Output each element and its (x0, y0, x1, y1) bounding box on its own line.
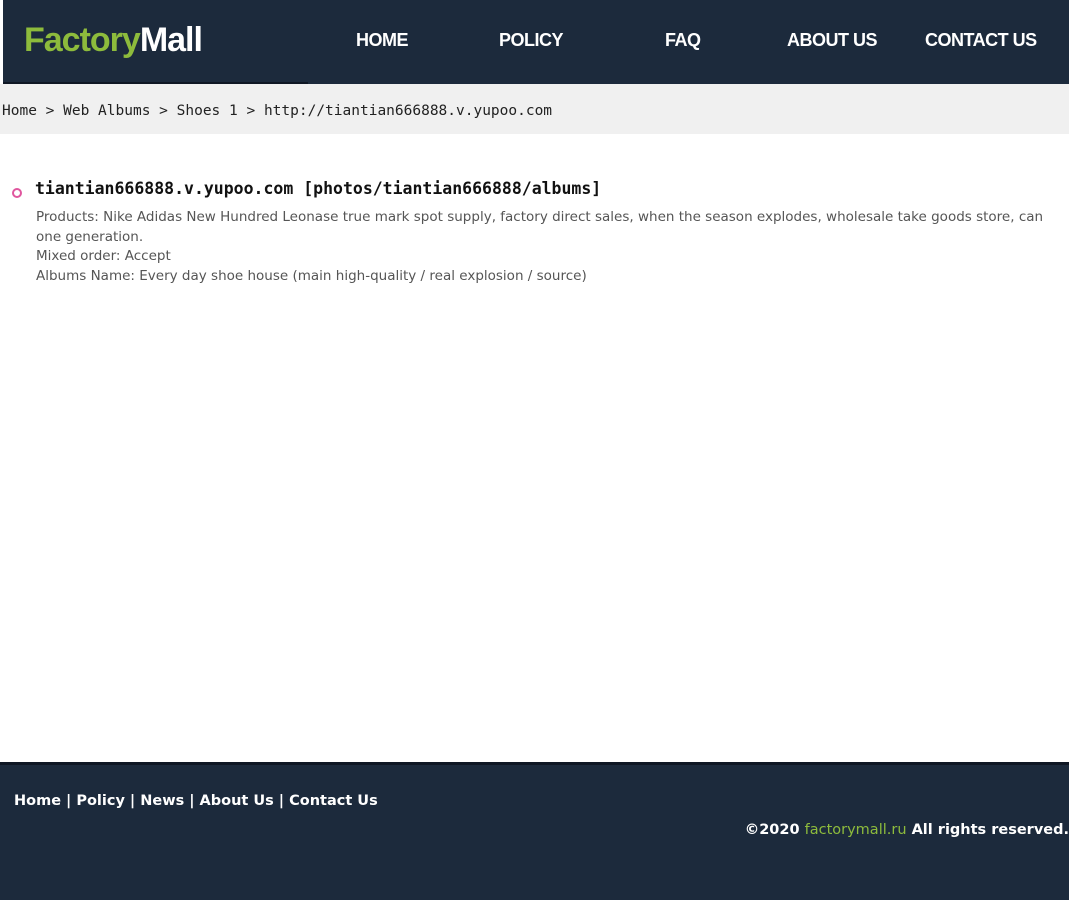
footer-links: Home | Policy | News | About Us | Contact Us (14, 790, 378, 812)
breadcrumb-home[interactable]: Home (2, 103, 37, 119)
footer-separator: | (278, 793, 285, 809)
header-edge (0, 0, 3, 84)
breadcrumb: Home > Web Albums > Shoes 1 > http://tia… (2, 101, 552, 121)
copyright-year: ©2020 (744, 822, 800, 838)
album-title-link[interactable]: tiantian666888.v.yupoo.com [photos/tiant… (35, 178, 601, 200)
copyright: ©2020 factorymall.ru All rights reserved… (745, 819, 1069, 841)
nav-about-us[interactable]: ABOUT US (787, 28, 878, 52)
copyright-rights: All rights reserved. (911, 822, 1069, 838)
logo-text-factory: Factory (24, 21, 141, 59)
footer-link-contact-us[interactable]: Contact Us (289, 793, 378, 809)
breadcrumb-current: http://tiantian666888.v.yupoo.com (263, 103, 553, 119)
breadcrumb-separator: > (159, 103, 168, 119)
nav-home[interactable]: HOME (356, 28, 409, 52)
logo-text-mall: Mall (139, 21, 203, 59)
copyright-site-link[interactable]: factorymall.ru (805, 822, 907, 838)
products-text: Products: Nike Adidas New Hundred Leonas… (36, 209, 1044, 245)
footer-separator: | (129, 793, 136, 809)
footer-divider (0, 762, 1069, 765)
breadcrumb-web-albums[interactable]: Web Albums (63, 103, 150, 119)
albums-name-text: Albums Name: Every day shoe house (main … (36, 267, 587, 284)
footer-link-home[interactable]: Home (14, 793, 61, 809)
footer-separator: | (189, 793, 195, 809)
nav-contact-us[interactable]: CONTACT US (925, 28, 1037, 52)
footer-link-about-us[interactable]: About Us (200, 793, 274, 809)
nav-faq[interactable]: FAQ (665, 28, 701, 52)
nav-policy[interactable]: POLICY (499, 28, 564, 52)
breadcrumb-shoes-1[interactable]: Shoes 1 (177, 103, 238, 119)
breadcrumb-separator: > (45, 103, 55, 119)
site-logo[interactable]: FactoryMall (24, 18, 203, 62)
bullet-icon (12, 188, 22, 198)
breadcrumb-separator: > (246, 103, 256, 119)
footer-separator: | (66, 793, 72, 809)
footer-link-policy[interactable]: Policy (76, 793, 125, 809)
mixed-order-text: Mixed order: Accept (36, 248, 171, 264)
album-description: Products: Nike Adidas New Hundred Leonas… (36, 208, 1056, 286)
footer-link-news[interactable]: News (140, 793, 184, 809)
